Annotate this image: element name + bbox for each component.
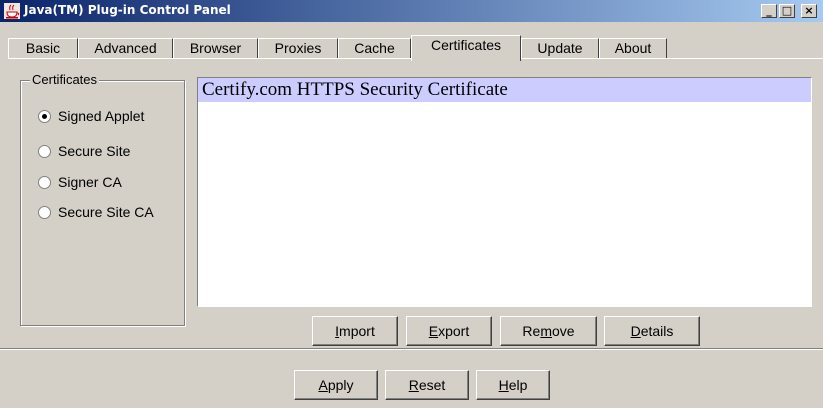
apply-button[interactable]: Apply	[294, 370, 378, 400]
radio-unselected-icon	[38, 176, 51, 189]
help-button[interactable]: Help	[476, 370, 550, 400]
list-item[interactable]: Certify.com HTTPS Security Certificate	[198, 78, 811, 102]
tab-advanced[interactable]: Advanced	[78, 38, 173, 59]
radio-label: Secure Site CA	[58, 204, 154, 220]
tab-certificates[interactable]: Certificates	[411, 35, 521, 61]
window-title: Java(TM) Plug-in Control Panel	[24, 3, 231, 17]
tab-update[interactable]: Update	[521, 38, 599, 59]
remove-button[interactable]: Remove	[500, 316, 597, 346]
radio-selected-icon	[38, 110, 51, 123]
tab-basic[interactable]: Basic	[8, 38, 78, 59]
reset-button[interactable]: Reset	[385, 370, 469, 400]
minimize-button[interactable]: _	[761, 4, 777, 18]
footer-separator	[0, 348, 823, 350]
radio-unselected-icon	[38, 145, 51, 158]
tab-bar: Basic Advanced Browser Proxies Cache Cer…	[0, 24, 823, 61]
java-cup-icon	[4, 3, 20, 19]
certificate-list[interactable]: Certify.com HTTPS Security Certificate	[197, 77, 812, 307]
export-button[interactable]: Export	[406, 316, 492, 346]
radio-unselected-icon	[38, 206, 51, 219]
close-button[interactable]: ×	[801, 4, 817, 18]
group-title: Certificates	[30, 72, 100, 87]
radio-label: Signed Applet	[58, 108, 145, 124]
tab-proxies[interactable]: Proxies	[258, 38, 338, 59]
radio-label: Secure Site	[58, 143, 131, 159]
import-button[interactable]: Import	[312, 316, 398, 346]
radio-label: Signer CA	[58, 174, 122, 190]
tab-cache[interactable]: Cache	[338, 38, 411, 59]
details-button[interactable]: Details	[604, 316, 700, 346]
maximize-button[interactable]: □	[779, 4, 795, 18]
tab-browser[interactable]: Browser	[173, 38, 258, 59]
tab-about[interactable]: About	[599, 38, 667, 59]
title-bar[interactable]: Java(TM) Plug-in Control Panel _ □ ×	[0, 0, 823, 22]
